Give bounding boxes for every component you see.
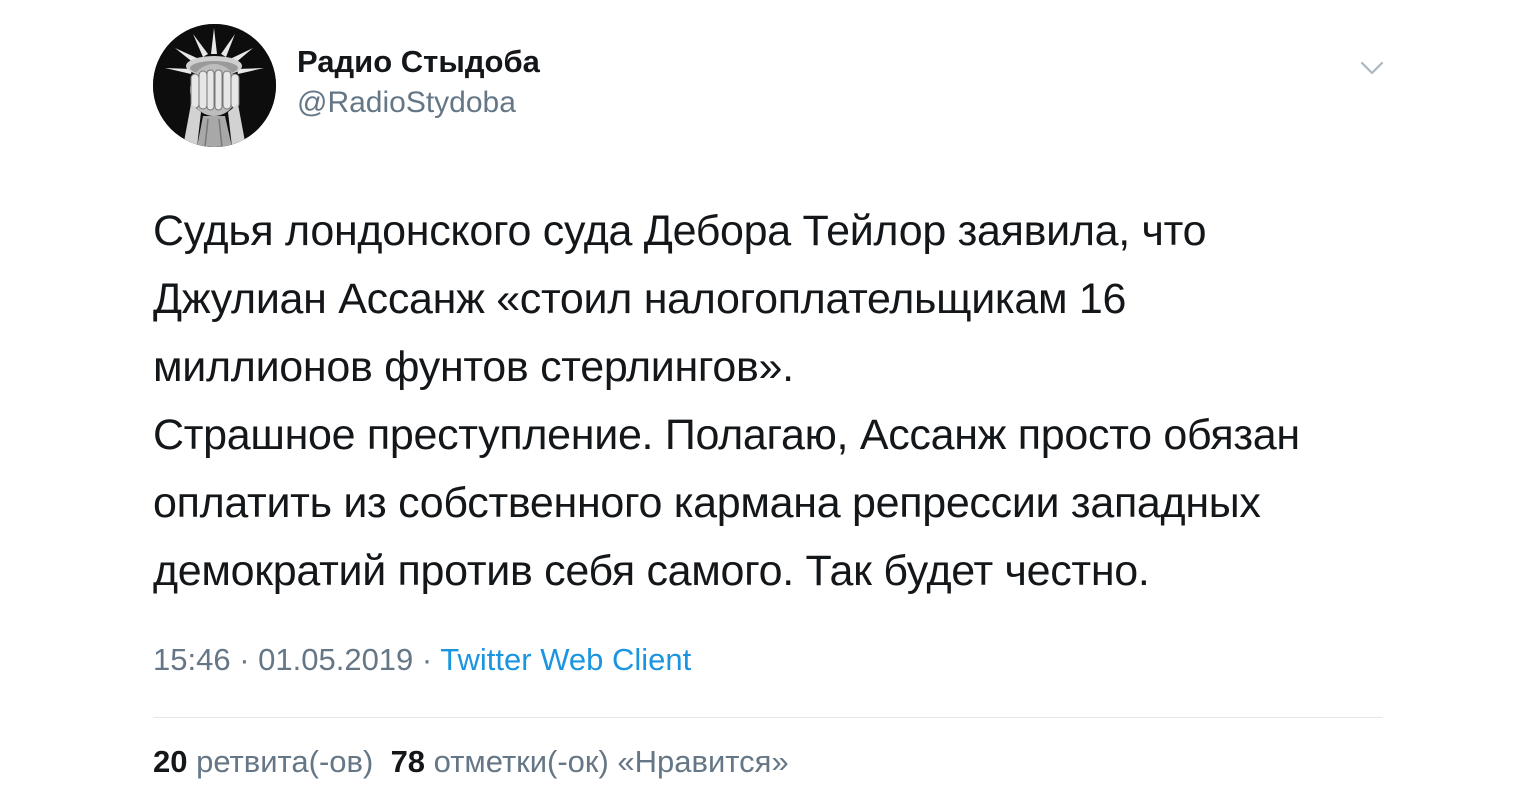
likes-stat[interactable]: 78 отметки(-ок) «Нравится»: [391, 744, 789, 779]
tweet-text: Судья лондонского суда Дебора Тейлор зая…: [153, 207, 1300, 595]
covered-face-statue-avatar: [153, 24, 276, 147]
meta-separator: ·: [230, 642, 259, 677]
chevron-down-icon[interactable]: [1358, 54, 1386, 82]
meta-separator: ·: [413, 642, 441, 677]
tweet-date[interactable]: 01.05.2019: [258, 642, 413, 677]
tweet-source-link[interactable]: Twitter Web Client: [440, 642, 691, 677]
likes-count: 78: [390, 744, 426, 779]
retweets-count: 20: [153, 744, 188, 779]
author-handle[interactable]: @RadioStydoba: [297, 86, 516, 120]
tweet-time[interactable]: 15:46: [153, 642, 231, 677]
likes-label: отметки(-ок) «Нравится»: [433, 744, 789, 779]
divider: [153, 717, 1383, 718]
retweets-label: ретвита(-ов): [196, 744, 374, 779]
tweet-meta: 15:46 · 01.05.2019 · Twitter Web Client: [153, 642, 691, 678]
author-avatar[interactable]: [153, 24, 276, 147]
tweet-stats: 20 ретвита(-ов) 78 отметки(-ок) «Нравитс…: [153, 744, 789, 780]
author-display-name[interactable]: Радио Стыдоба: [297, 44, 540, 80]
retweets-stat[interactable]: 20 ретвита(-ов): [153, 744, 373, 779]
